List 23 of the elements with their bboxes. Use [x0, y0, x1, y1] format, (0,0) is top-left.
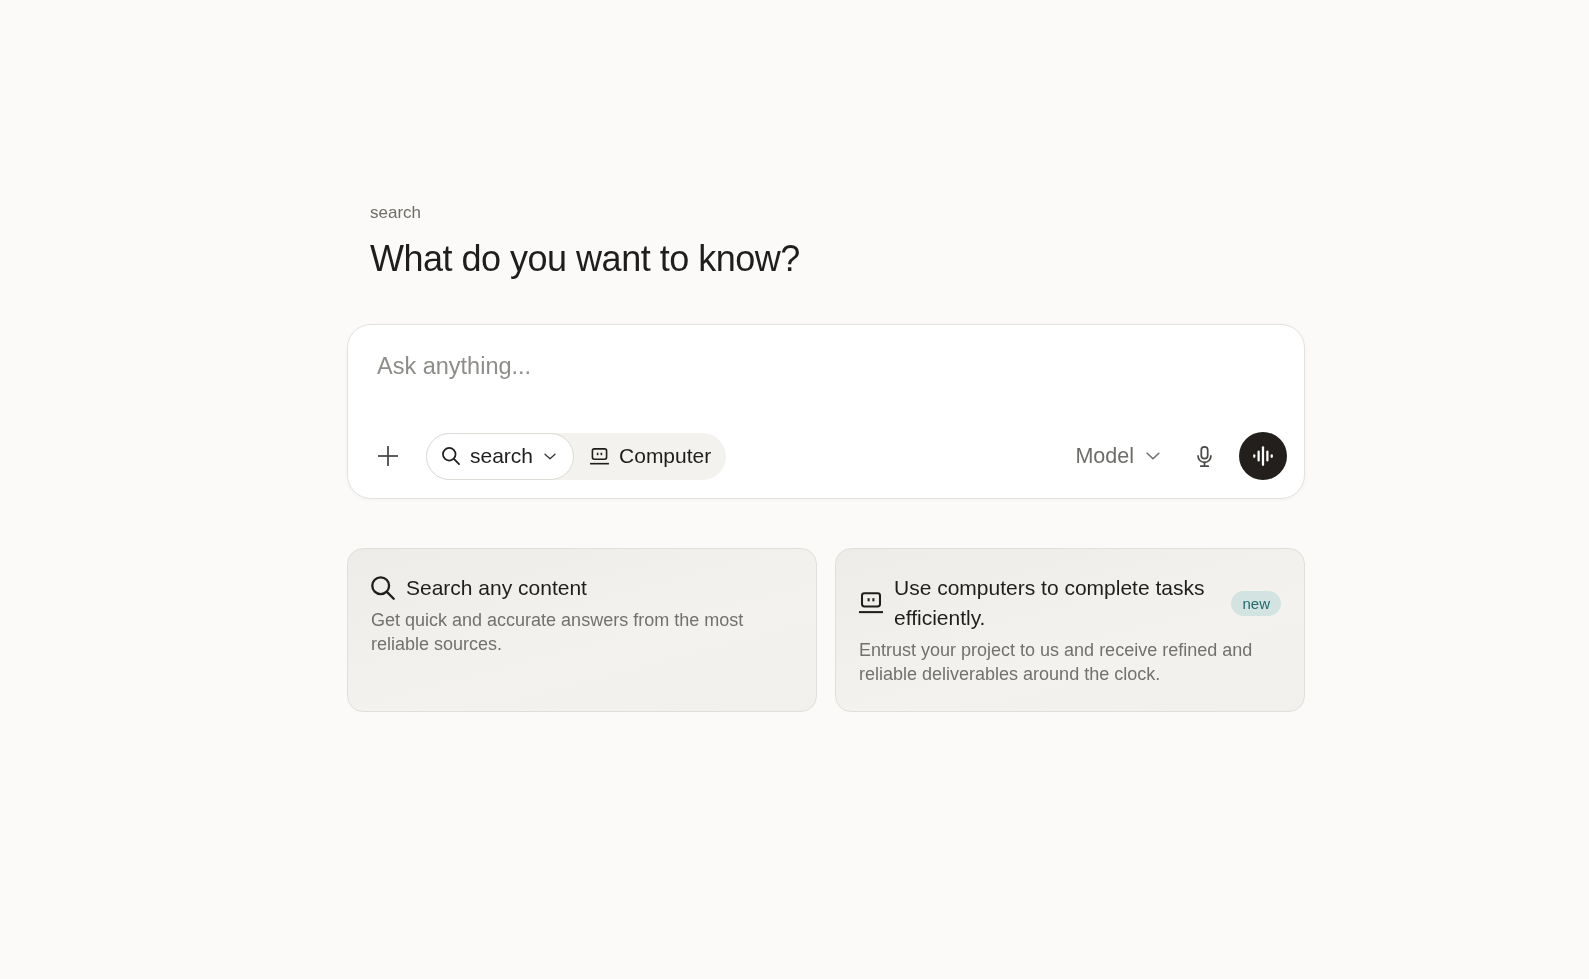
card-title: Search any content [406, 575, 587, 601]
page-heading: What do you want to know? [370, 237, 800, 281]
page-label: search [370, 203, 422, 223]
waveform-icon [1252, 446, 1274, 466]
feature-card[interactable]: Use computers to complete tasks efficiently. new Entrust your project to us and receive refined and reliable deliverables around the clock. [835, 548, 1305, 712]
card-description: Get quick and accurate answers from the most reliable sources. [371, 609, 745, 656]
card-description: Entrust your project to us and receive refined and reliable deliverables around the clock. [859, 639, 1254, 686]
voice-button[interactable] [1239, 432, 1287, 480]
plus-icon [378, 446, 398, 466]
caret-icon [1146, 452, 1160, 460]
search-icon [371, 576, 395, 600]
mode-tab[interactable]: Computer [574, 432, 727, 480]
new-badge: new [1231, 590, 1281, 616]
laptop-icon [859, 592, 883, 614]
feature-card[interactable]: Search any content Get quick and accurate answers from the most reliable sources. [347, 548, 817, 712]
model-dropdown[interactable]: Model [1067, 436, 1168, 476]
microphone-icon [1196, 445, 1212, 467]
search-icon [442, 447, 460, 465]
caret-icon [544, 452, 557, 460]
prompt-input[interactable]: Ask anything... [368, 351, 1287, 381]
laptop-icon [590, 447, 610, 465]
card-title: Use computers to complete tasks efficiently. [894, 575, 1206, 631]
mode-tab[interactable]: search [426, 432, 575, 480]
